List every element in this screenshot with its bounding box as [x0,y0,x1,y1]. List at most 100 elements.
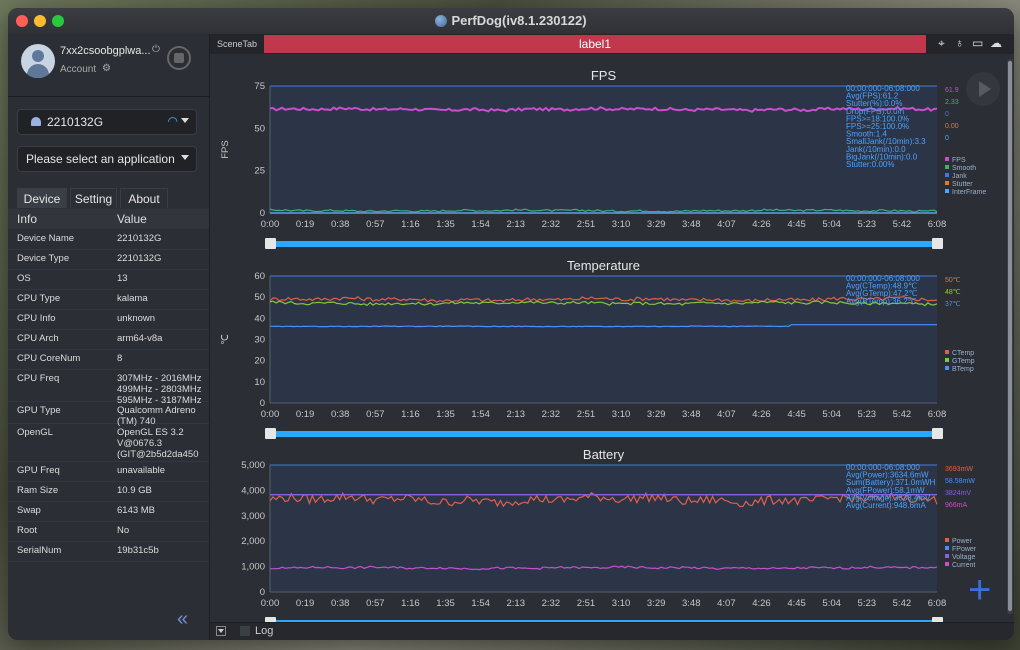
legend-swatch[interactable] [945,358,949,362]
legend-label[interactable]: Stutter [952,181,973,188]
collapse-sidebar-icon[interactable]: « [177,608,188,631]
legend-swatch[interactable] [945,546,949,550]
x-tick-label: 0:00 [261,598,280,609]
app-select[interactable]: Please select an application [17,146,197,172]
legend-swatch[interactable] [945,157,949,161]
window-title-text: PerfDog(iv8.1.230122) [451,13,587,28]
info-key: Device Type [17,253,70,264]
x-tick-label: 0:19 [296,598,315,609]
username: 7xx2csoobgplwa... [60,45,151,57]
y-tick-label: 0 [260,398,265,409]
range-handle-right[interactable] [932,428,943,439]
x-tick-label: 0:38 [331,598,350,609]
table-row: CPU Type kalama [8,289,209,310]
info-key: Swap [17,505,41,516]
logout-icon[interactable]: ⏻ [152,44,160,55]
info-key: Root [17,525,38,536]
legend-label[interactable]: Power [952,538,973,545]
log-checkbox[interactable] [240,626,250,636]
range-slider[interactable] [270,241,937,247]
range-handle-right[interactable] [932,238,943,249]
y-tick-label: 75 [254,81,265,92]
location-icon[interactable]: ⌖ [938,36,945,51]
legend-label[interactable]: BTemp [952,366,974,373]
x-tick-label: 0:19 [296,219,315,230]
x-tick-label: 3:10 [612,598,631,609]
add-icon[interactable]: + [968,570,991,610]
legend-label[interactable]: InterFrame [952,189,986,196]
log-bar: Log [210,622,1014,640]
plot-area [270,276,937,403]
legend-swatch[interactable] [945,350,949,354]
x-tick-label: 5:42 [893,409,912,420]
y-tick-label: 60 [254,271,265,282]
legend-label[interactable]: FPower [952,546,977,553]
current-value: 37℃ [945,301,961,308]
info-value: arm64-v8a [117,333,163,344]
cloud-icon[interactable]: ☁ [990,36,1002,50]
legend-label[interactable]: Jank [952,173,967,180]
y-tick-label: 30 [254,335,265,346]
legend-swatch[interactable] [945,189,949,193]
x-tick-label: 4:45 [787,598,806,609]
sidebar: 7xx2csoobgplwa... ⏻ Account ⚙ 2210132G ◠… [8,34,210,640]
account-label[interactable]: Account [60,64,96,75]
vertical-scrollbar[interactable] [1007,59,1013,614]
range-handle-left[interactable] [265,428,276,439]
value-header: Value [117,212,147,226]
app-window: PerfDog(iv8.1.230122) 7xx2csoobgplwa... … [8,8,1014,640]
device-select[interactable]: 2210132G ◠ [17,109,197,135]
scene-bar: SceneTab label1 ⌖ ♁ ▭ ☁ [210,34,1014,54]
x-tick-label: 6:08 [928,598,947,609]
current-value: 0 [945,135,949,142]
avatar[interactable] [21,44,55,78]
tab-device[interactable]: Device [17,188,67,208]
x-tick-label: 3:48 [682,409,701,420]
x-tick-label: 2:13 [506,598,524,609]
legend-label[interactable]: Smooth [952,165,976,172]
log-toggle-button[interactable] [216,626,226,636]
x-tick-label: 4:26 [752,219,771,230]
scene-tab[interactable]: SceneTab [210,34,264,54]
account-settings-icon[interactable]: ⚙ [102,63,111,74]
chevron-down-icon [181,118,189,123]
legend-swatch[interactable] [945,165,949,169]
table-row: Swap 6143 MB [8,501,209,522]
label-bar[interactable]: label1 [264,35,926,53]
x-tick-label: 5:23 [858,219,877,230]
tab-about[interactable]: About [120,188,168,208]
table-row: CPU Info unknown [8,309,209,330]
legend-swatch[interactable] [945,554,949,558]
x-tick-label: 5:23 [858,598,877,609]
legend-swatch[interactable] [945,538,949,542]
stat-line: Stutter:0.00% [846,160,894,169]
stop-button[interactable] [167,46,191,70]
info-key: CPU Arch [17,333,59,344]
x-tick-label: 2:13 [506,409,524,420]
legend-label[interactable]: CTemp [952,350,974,357]
legend-label[interactable]: GTemp [952,358,975,365]
legend-label[interactable]: Voltage [952,554,975,561]
range-handle-left[interactable] [265,238,276,249]
legend-swatch[interactable] [945,181,949,185]
y-axis-label: ℃ [220,334,231,345]
x-tick-label: 0:38 [331,409,350,420]
tab-setting[interactable]: Setting [70,188,117,208]
range-slider[interactable] [270,431,937,437]
y-tick-label: 3,000 [241,511,265,522]
folder-icon[interactable]: ▭ [972,36,983,50]
x-tick-label: 4:26 [752,598,771,609]
x-tick-label: 1:16 [401,219,420,230]
info-value: unknown [117,313,156,324]
pin-icon[interactable]: ♁ [955,36,964,50]
legend-label[interactable]: FPS [952,157,966,164]
play-button[interactable] [966,72,1000,106]
info-value: 2210132G [117,253,162,264]
legend-swatch[interactable] [945,366,949,370]
legend-swatch[interactable] [945,562,949,566]
plot-area [270,465,937,592]
x-tick-label: 6:08 [928,219,947,230]
legend-swatch[interactable] [945,173,949,177]
chart-title: FPS [591,68,617,83]
temperature-chart: Temperature 60 50 40 30 20 10 0 ℃ 0:00 0:19 0:38 0:5… [220,258,975,439]
